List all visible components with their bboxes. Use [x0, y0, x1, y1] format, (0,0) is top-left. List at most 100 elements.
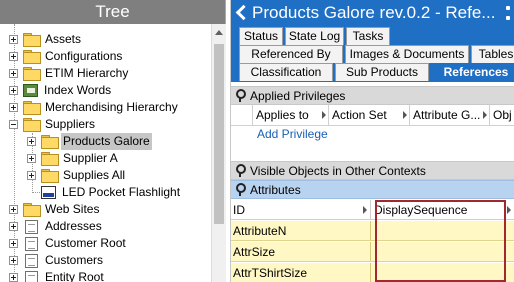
expand-icon[interactable] — [9, 222, 18, 231]
tree-item-label: Merchandising Hierarchy — [45, 100, 178, 114]
column-header-action-set[interactable]: Action Set — [329, 105, 410, 125]
tree-item-led-pocket-flashlight[interactable]: LED Pocket Flashlight — [27, 184, 182, 201]
expand-icon[interactable] — [9, 86, 18, 95]
index-words-icon — [23, 84, 38, 97]
tree-item-entity-root[interactable]: Entity Root — [9, 269, 106, 282]
expand-icon[interactable] — [27, 154, 36, 163]
tree-item-label: Customers — [45, 253, 104, 267]
tree-item-label: Suppliers — [45, 117, 96, 131]
tab-references[interactable]: References — [431, 63, 514, 81]
tree-item-suppliers[interactable]: Suppliers — [9, 116, 97, 133]
tab-classification[interactable]: Classification — [239, 63, 333, 81]
expand-icon[interactable] — [9, 273, 18, 282]
entity-icon — [25, 253, 38, 268]
back-chevron-icon[interactable] — [235, 4, 252, 21]
tab-images-documents[interactable]: Images & Documents — [345, 45, 469, 63]
expand-icon[interactable] — [9, 205, 18, 214]
sort-arrow-icon[interactable] — [483, 111, 487, 119]
tree-item-label: Products Galore — [61, 133, 152, 150]
sort-arrow-icon[interactable] — [322, 111, 326, 119]
tab-tasks[interactable]: Tasks — [346, 27, 390, 45]
tree-item-web-sites[interactable]: Web Sites — [9, 201, 101, 218]
attributes-grid: ID DisplaySequence AttributeN AttrSize A… — [231, 200, 514, 282]
expand-icon[interactable] — [9, 103, 18, 112]
column-header-attribute-group[interactable]: Attribute G... — [410, 105, 490, 125]
column-header-id[interactable]: ID — [231, 200, 371, 219]
tree-item-index-words[interactable]: Index Words — [9, 82, 113, 99]
entity-icon — [25, 270, 38, 282]
attributes-title: Attributes — [250, 182, 301, 197]
detail-title: Products Galore rev.0.2 - Refe... — [252, 3, 496, 22]
tree-item-label: Assets — [45, 32, 82, 46]
add-privilege-link[interactable]: Add Privilege — [231, 126, 514, 143]
collapse-icon[interactable] — [9, 120, 18, 129]
scroll-up-arrow-icon[interactable] — [215, 30, 223, 35]
attributes-header[interactable]: Attributes — [231, 180, 514, 199]
table-row[interactable]: AttrSize — [231, 242, 514, 262]
tree-panel: Tree Assets Configurations ETIM Hierarch… — [0, 0, 226, 282]
tab-tables[interactable]: Tables — [471, 45, 514, 63]
attribute-id-cell[interactable]: AttributeN — [231, 221, 371, 240]
tree-scrollbar-thumb[interactable] — [214, 44, 224, 224]
expand-icon[interactable] — [27, 137, 36, 146]
tree-item-merchandising-hierarchy[interactable]: Merchandising Hierarchy — [9, 99, 180, 116]
visible-objects-header[interactable]: Visible Objects in Other Contexts — [231, 161, 514, 180]
expand-icon[interactable] — [9, 239, 18, 248]
applied-privileges-title: Applied Privileges — [250, 88, 346, 103]
folder-icon — [23, 33, 41, 47]
visible-objects-title: Visible Objects in Other Contexts — [250, 163, 426, 178]
tab-state-log[interactable]: State Log — [285, 27, 344, 45]
attribute-id-cell[interactable]: AttrSize — [231, 242, 371, 261]
tree-item-supplies-all[interactable]: Supplies All — [27, 167, 127, 184]
tree-item-etim-hierarchy[interactable]: ETIM Hierarchy — [9, 65, 130, 82]
detail-header: Products Galore rev.0.2 - Refe... — [231, 0, 514, 25]
column-header-display-sequence[interactable]: DisplaySequence — [371, 200, 514, 219]
tree-panel-title: Tree — [0, 0, 225, 24]
tab-status[interactable]: Status — [239, 27, 283, 45]
pin-icon[interactable] — [235, 164, 246, 177]
column-header-label: ID — [233, 203, 245, 217]
tree-item-label: Addresses — [45, 219, 102, 233]
expand-icon[interactable] — [9, 69, 18, 78]
product-icon — [41, 186, 56, 199]
tree-item-label: Customer Root — [45, 236, 126, 250]
display-sequence-cell[interactable] — [371, 263, 514, 282]
attribute-id-cell[interactable]: AttrTShirtSize — [231, 263, 371, 282]
tabs-area: Status State Log Tasks Referenced By Ima… — [231, 25, 514, 82]
expand-icon[interactable] — [9, 256, 18, 265]
column-header-applies-to[interactable]: Applies to — [253, 105, 329, 125]
tab-referenced-by[interactable]: Referenced By — [239, 45, 343, 63]
expand-icon[interactable] — [9, 52, 18, 61]
folder-icon — [23, 203, 41, 217]
tab-sub-products[interactable]: Sub Products — [335, 63, 429, 81]
sort-arrow-icon[interactable] — [507, 206, 511, 214]
table-row[interactable]: AttributeN — [231, 221, 514, 241]
tree-item-products-galore[interactable]: Products Galore — [27, 133, 152, 150]
sort-arrow-icon[interactable] — [403, 111, 407, 119]
folder-icon — [41, 169, 59, 183]
sort-arrow-icon[interactable] — [363, 206, 367, 214]
display-sequence-cell[interactable] — [371, 242, 514, 261]
table-row[interactable]: AttrTShirtSize — [231, 263, 514, 282]
expand-icon[interactable] — [9, 35, 18, 44]
tree-item-supplier-a[interactable]: Supplier A — [27, 150, 120, 167]
tree-item-configurations[interactable]: Configurations — [9, 48, 124, 65]
tree-scrollbar[interactable] — [211, 24, 226, 282]
tree-body: Assets Configurations ETIM Hierarchy Ind… — [0, 24, 211, 282]
tree-item-label: Supplier A — [63, 151, 118, 165]
expand-icon[interactable] — [27, 171, 36, 180]
pin-icon[interactable] — [235, 89, 246, 102]
menu-dots-icon[interactable] — [506, 6, 510, 20]
tree-item-assets[interactable]: Assets — [9, 31, 83, 48]
pin-icon[interactable] — [235, 183, 246, 196]
tree-item-customer-root[interactable]: Customer Root — [9, 235, 128, 252]
column-header-obj[interactable]: Obj — [490, 105, 514, 125]
tree-item-label: Configurations — [45, 49, 123, 63]
column-spacer — [231, 105, 253, 125]
tree-item-label: Web Sites — [45, 202, 100, 216]
tree-item-addresses[interactable]: Addresses — [9, 218, 104, 235]
column-header-label: Attribute G... — [413, 108, 481, 122]
applied-privileges-header[interactable]: Applied Privileges — [231, 86, 514, 105]
tree-item-customers[interactable]: Customers — [9, 252, 105, 269]
display-sequence-cell[interactable] — [371, 221, 514, 240]
